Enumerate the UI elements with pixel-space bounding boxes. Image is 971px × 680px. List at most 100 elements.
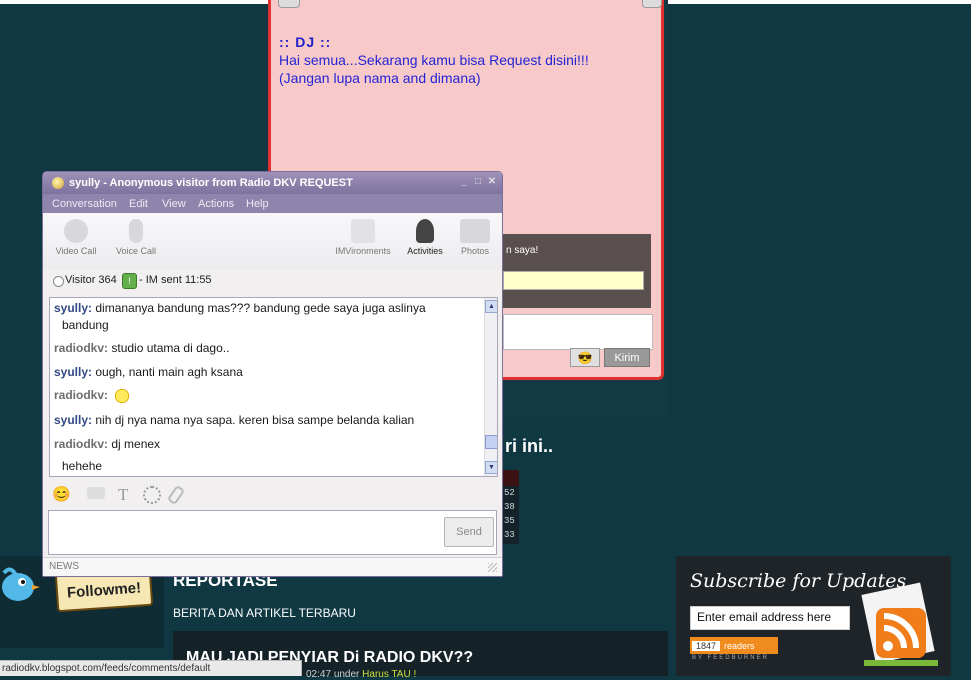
dj-box-tab-right[interactable] xyxy=(642,0,662,8)
smiley-icon: 😎 xyxy=(577,350,593,365)
photos-icon xyxy=(460,219,490,243)
conversation-scrollbar[interactable]: ▲ ▼ xyxy=(484,298,497,476)
post-meta: 02:47 under Harus TAU ! xyxy=(306,669,416,680)
resize-grip-icon[interactable] xyxy=(488,563,497,572)
sender-name: radiodkv: xyxy=(54,341,109,355)
nudge-icon[interactable] xyxy=(87,487,105,499)
im-toolbar: Video Call Voice Call IMVironments Activ… xyxy=(43,213,502,269)
message-input[interactable] xyxy=(48,510,497,555)
message-text: hehehe xyxy=(62,459,103,473)
im-sent-time: - IM sent 11:55 xyxy=(139,274,212,286)
activities-label: Activities xyxy=(407,246,443,256)
stat-value: 33 xyxy=(504,530,515,540)
reportase-subtitle: BERITA DAN ARTIKEL TERBARU xyxy=(173,606,356,620)
emoticon-icon xyxy=(111,387,134,404)
message-row: bandung xyxy=(62,317,487,333)
dj-title: :: DJ :: xyxy=(279,34,332,50)
menu-actions[interactable]: Actions xyxy=(198,198,234,210)
messenger-smiley-icon xyxy=(52,177,64,189)
audibles-icon[interactable] xyxy=(143,486,161,504)
microphone-icon xyxy=(129,219,143,243)
im-window-title: syully - Anonymous visitor from Radio DK… xyxy=(69,177,353,189)
message-row: radiodkv: studio utama di dago.. xyxy=(54,340,479,356)
menu-conversation[interactable]: Conversation xyxy=(52,198,117,210)
voice-call-label: Voice Call xyxy=(115,246,157,256)
imvironments-button[interactable]: IMVironments xyxy=(331,213,395,256)
visitor-name: Visitor 364 xyxy=(65,274,117,286)
message-row: syully: ough, nanti main agh ksana xyxy=(54,364,479,380)
im-titlebar[interactable]: syully - Anonymous visitor from Radio DK… xyxy=(43,172,502,194)
dj-note-line: (Jangan lupa nama and dimana) xyxy=(279,70,481,86)
message-text: studio utama di dago.. xyxy=(111,341,230,355)
reader-count: 1847 xyxy=(692,640,721,651)
format-toolbar: 😊 T xyxy=(43,481,502,507)
paperclip-icon[interactable] xyxy=(166,484,186,506)
dj-panel-text: n saya! xyxy=(506,245,539,256)
chess-knight-icon xyxy=(416,219,434,243)
photos-button[interactable]: Photos xyxy=(445,213,502,256)
im-menubar: Conversation Edit View Actions Help xyxy=(43,194,502,213)
video-call-label: Video Call xyxy=(55,246,97,256)
dj-smiley-button[interactable]: 😎 xyxy=(570,348,600,367)
sender-name: syully: xyxy=(54,413,93,427)
dj-kirim-button[interactable]: Kirim xyxy=(604,348,650,367)
message-text: dimananya bandung mas??? bandung gede sa… xyxy=(95,301,426,315)
message-row: syully: nih dj nya nama nya sapa. keren … xyxy=(54,412,479,428)
im-status-line: Visitor 364 - IM sent 11:55 xyxy=(43,269,502,293)
close-button[interactable]: ✕ xyxy=(487,177,497,187)
scroll-up-arrow-icon[interactable]: ▲ xyxy=(485,300,497,313)
post-label-link[interactable]: Harus TAU ! xyxy=(362,669,416,680)
sender-name: radiodkv: xyxy=(54,388,109,402)
message-text: bandung xyxy=(62,318,109,332)
dj-name-input[interactable] xyxy=(503,271,644,290)
conversation-history[interactable]: syully: dimananya bandung mas??? bandung… xyxy=(49,297,498,477)
maximize-button[interactable]: □ xyxy=(473,177,483,187)
stats-widget-header xyxy=(503,470,519,486)
im-conversation-window: syully - Anonymous visitor from Radio DK… xyxy=(42,171,503,577)
dj-message-input[interactable] xyxy=(503,314,653,350)
post-time: 02:47 xyxy=(306,669,332,680)
sender-name: syully: xyxy=(54,365,93,379)
subscribe-email-input[interactable]: Enter email address here xyxy=(690,606,850,630)
menu-edit[interactable]: Edit xyxy=(129,198,148,210)
dj-greeting-line: Hai semua...Sekarang kamu bisa Request d… xyxy=(279,52,589,68)
menu-help[interactable]: Help xyxy=(246,198,269,210)
message-row: radiodkv: xyxy=(54,387,479,404)
section-heading-fragment: ri ini.. xyxy=(505,436,554,456)
text-format-icon[interactable]: T xyxy=(118,485,128,505)
feedburner-credit: BY FEEDBURNER xyxy=(692,655,769,661)
imvironments-label: IMVironments xyxy=(335,246,391,256)
stat-value: 35 xyxy=(504,516,515,526)
message-row: radiodkv: dj menex xyxy=(54,436,479,452)
imvironments-leaf-icon xyxy=(351,219,375,243)
twitter-bird-icon[interactable] xyxy=(0,563,40,609)
reader-label: readers xyxy=(724,640,755,651)
stat-value: 52 xyxy=(504,488,515,498)
voice-call-button[interactable]: Voice Call xyxy=(106,213,166,256)
photos-label: Photos xyxy=(460,246,490,256)
feedburner-count-badge[interactable]: 1847 readers xyxy=(690,637,778,654)
video-call-button[interactable]: Video Call xyxy=(46,213,106,256)
shield-icon: ! xyxy=(122,273,137,289)
news-bar: NEWS xyxy=(43,557,502,576)
menu-view[interactable]: View xyxy=(162,198,186,210)
rss-feed-icon[interactable] xyxy=(858,580,942,668)
news-label[interactable]: NEWS xyxy=(49,561,79,572)
message-text: nih dj nya nama nya sapa. keren bisa sam… xyxy=(95,413,415,427)
message-text: ough, nanti main agh ksana xyxy=(95,365,243,379)
minimize-button[interactable]: _ xyxy=(459,177,469,187)
stat-value: 38 xyxy=(504,502,515,512)
emoticon-picker-icon[interactable]: 😊 xyxy=(52,485,71,503)
dj-box-tab-left[interactable] xyxy=(278,0,300,8)
webcam-icon xyxy=(64,219,88,243)
scroll-down-arrow-icon[interactable]: ▼ xyxy=(485,461,497,474)
message-row: hehehe xyxy=(62,458,487,474)
message-text: dj menex xyxy=(111,437,161,451)
send-button[interactable]: Send xyxy=(444,517,494,547)
sender-name: syully: xyxy=(54,301,93,315)
post-under: under xyxy=(333,669,360,680)
sender-name: radiodkv: xyxy=(54,437,109,451)
browser-status-bar: radiodkv.blogspot.com/feeds/comments/def… xyxy=(0,660,302,676)
message-row: syully: dimananya bandung mas??? bandung… xyxy=(54,300,479,316)
scrollbar-thumb[interactable] xyxy=(485,435,497,449)
